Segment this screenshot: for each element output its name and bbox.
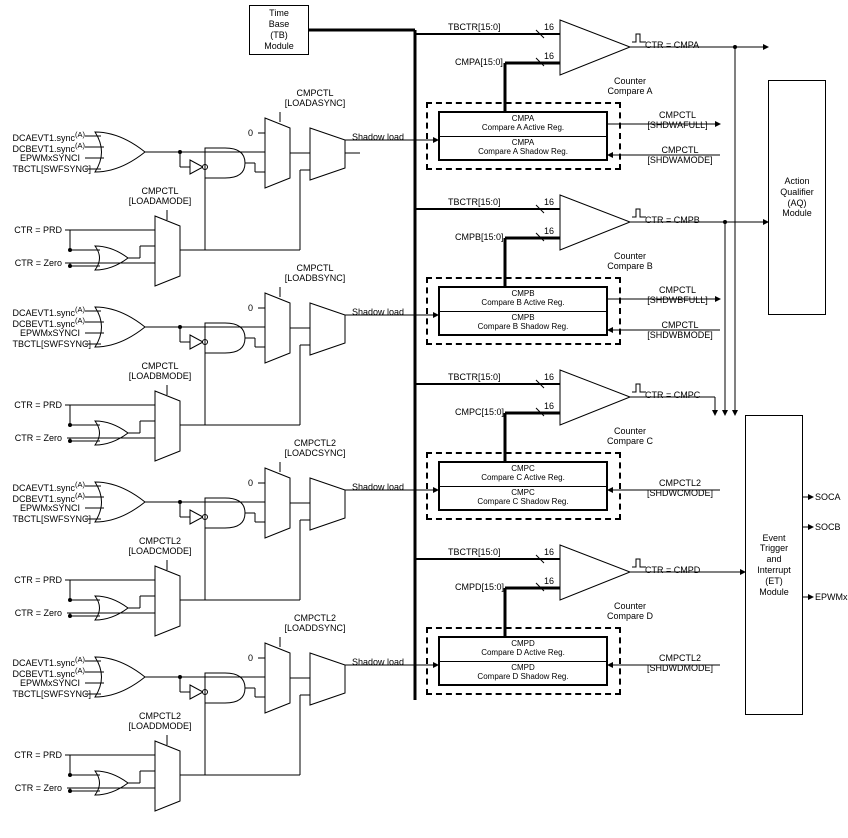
shapes-d [0,0,848,838]
